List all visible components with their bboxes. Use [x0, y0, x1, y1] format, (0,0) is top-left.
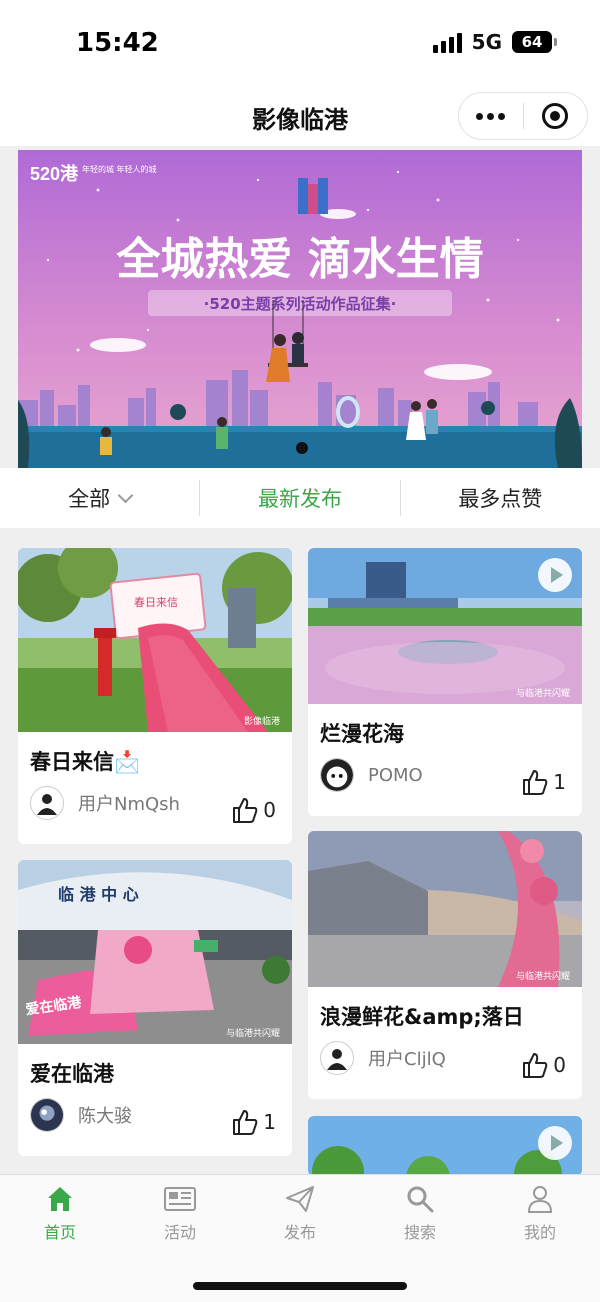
avatar: [30, 1098, 64, 1132]
post-image: 临 港 中 心 爱在临港 与临港共闪耀: [18, 860, 292, 1044]
more-button[interactable]: [459, 92, 523, 140]
banner-headline: 全城热爱 滴水生情: [115, 234, 483, 285]
video-play-icon: [538, 1126, 572, 1160]
filter-all[interactable]: 全部: [0, 483, 199, 513]
promo-banner[interactable]: 520港 年轻的城 年轻人的城 全城热爱 滴水生情 ·520主题系列活动作品征集…: [18, 150, 582, 468]
search-icon: [360, 1183, 480, 1215]
status-bar: 15:42 5G 64: [0, 0, 600, 90]
post-title: 春日来信📩: [30, 750, 141, 774]
banner-subline: ·520主题系列活动作品征集·: [204, 295, 397, 313]
signal-icon: [432, 31, 462, 53]
newspaper-icon: [120, 1183, 240, 1215]
thumbs-up-icon: [523, 770, 548, 795]
nav-bar: 影像临港: [0, 90, 600, 146]
post-title: 浪漫鲜花&amp;落日: [320, 1005, 524, 1029]
avatar: [320, 758, 354, 792]
svg-text:年轻的城 年轻人的城: 年轻的城 年轻人的城: [82, 164, 157, 174]
tab-activity[interactable]: 活动: [120, 1183, 240, 1243]
like-button[interactable]: 0: [231, 796, 276, 824]
chevron-down-icon: [117, 487, 134, 503]
post-image: 与临港共闪耀: [308, 831, 582, 987]
miniapp-capsule: [458, 92, 588, 140]
home-icon: [0, 1183, 120, 1215]
post-card[interactable]: 春日来信 影像临港 春日来信📩 用户NmQsh 0: [18, 548, 292, 844]
tab-search[interactable]: 搜索: [360, 1183, 480, 1243]
svg-text:与临港共闪耀: 与临港共闪耀: [226, 1027, 280, 1039]
tab-mine[interactable]: 我的: [480, 1183, 600, 1243]
post-title: 烂漫花海: [320, 722, 404, 746]
battery-icon: 64: [512, 31, 557, 53]
filter-latest[interactable]: 最新发布: [200, 483, 399, 513]
more-dots-icon: [476, 112, 506, 120]
video-play-icon: [538, 558, 572, 592]
tab-home[interactable]: 首页: [0, 1183, 120, 1243]
like-button[interactable]: 1: [231, 1108, 276, 1136]
filter-tabs: 全部 最新发布 最多点赞: [0, 468, 600, 528]
target-icon: [542, 103, 569, 129]
post-author[interactable]: POMO: [320, 758, 423, 792]
tab-publish[interactable]: 发布: [240, 1183, 360, 1243]
svg-text:春日来信: 春日来信: [134, 596, 178, 609]
thumbs-up-icon: [523, 1053, 548, 1078]
paper-plane-icon: [240, 1183, 360, 1215]
user-icon: [480, 1183, 600, 1215]
post-card[interactable]: 与临港共闪耀 烂漫花海 POMO 1: [308, 548, 582, 816]
thumbs-up-icon: [233, 1110, 258, 1135]
thumbs-up-icon: [233, 798, 258, 823]
post-card[interactable]: [308, 1116, 582, 1176]
filter-most-liked[interactable]: 最多点赞: [401, 483, 600, 513]
avatar: [320, 1041, 354, 1075]
close-miniapp-button[interactable]: [524, 92, 588, 140]
svg-text:520港: 520港: [30, 164, 79, 184]
post-author[interactable]: 用户CljlQ: [320, 1041, 446, 1075]
network-type: 5G: [471, 30, 502, 54]
post-image: 春日来信 影像临港: [18, 548, 292, 732]
status-indicators: 5G 64: [432, 30, 557, 54]
post-author[interactable]: 用户NmQsh: [30, 786, 180, 820]
avatar: [30, 786, 64, 820]
post-card[interactable]: 临 港 中 心 爱在临港 与临港共闪耀 爱在临港 陈大骏 1: [18, 860, 292, 1156]
post-card[interactable]: 与临港共闪耀 浪漫鲜花&amp;落日 用户CljlQ 0: [308, 831, 582, 1099]
svg-text:与临港共闪耀: 与临港共闪耀: [516, 970, 570, 982]
post-title: 爱在临港: [30, 1062, 114, 1086]
svg-text:与临港共闪耀: 与临港共闪耀: [516, 687, 570, 699]
svg-text:影像临港: 影像临港: [244, 715, 280, 727]
svg-text:临 港 中 心: 临 港 中 心: [58, 885, 139, 904]
post-author[interactable]: 陈大骏: [30, 1098, 132, 1132]
status-time: 15:42: [76, 28, 159, 58]
home-indicator: [193, 1282, 407, 1290]
like-button[interactable]: 0: [521, 1051, 566, 1079]
like-button[interactable]: 1: [521, 768, 566, 796]
